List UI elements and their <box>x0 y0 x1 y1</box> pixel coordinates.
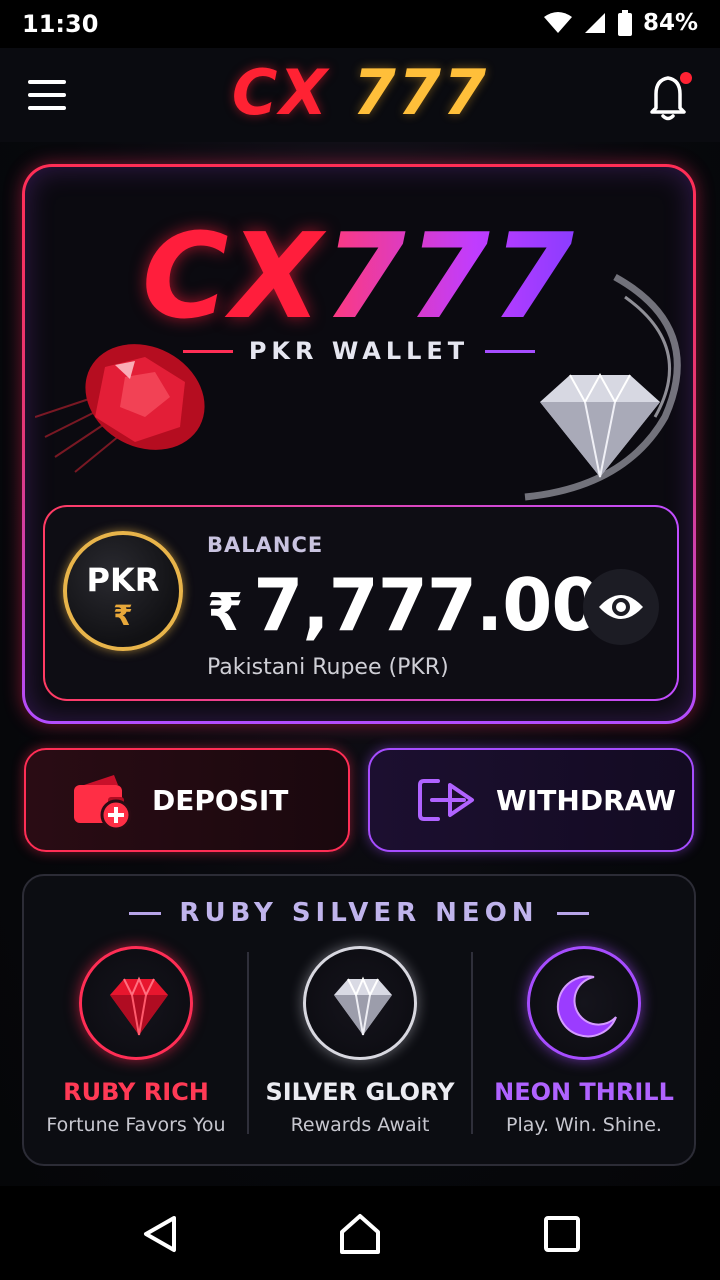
bell-icon[interactable] <box>646 70 694 122</box>
crescent-moon-icon <box>556 975 617 1038</box>
currency-name: Pakistani Rupee (PKR) <box>207 655 449 680</box>
tier-name: NEON THRILL <box>494 1078 674 1106</box>
tiers-title-dash-left <box>129 911 162 915</box>
diamond-icon <box>334 976 392 1036</box>
arrow-out-icon <box>418 779 474 821</box>
tier-neon-thrill[interactable]: NEON THRILL Play. Win. Shine. <box>472 946 696 1156</box>
wallet-logo-prefix: CX <box>142 207 324 345</box>
balance-amount: ₹ 7,777.00 <box>207 563 601 647</box>
tier-name: SILVER GLORY <box>265 1078 455 1106</box>
tiers-title-text: RUBY SILVER NEON <box>179 898 539 928</box>
app-bar: CX 777 <box>0 48 720 142</box>
tier-badge <box>527 946 641 1060</box>
home-icon[interactable] <box>338 1212 382 1256</box>
deposit-button[interactable]: DEPOSIT <box>24 748 350 852</box>
coin-label: PKR <box>86 561 160 599</box>
tier-tagline: Rewards Await <box>290 1114 430 1136</box>
tiers-title: RUBY SILVER NEON <box>24 898 694 928</box>
system-nav-bar <box>0 1186 720 1280</box>
tier-badge <box>303 946 417 1060</box>
tier-ruby-rich[interactable]: RUBY RICH Fortune Favors You <box>24 946 248 1156</box>
balance-label: BALANCE <box>207 533 324 557</box>
wallet-plus-icon <box>74 775 132 831</box>
tiers-panel: RUBY SILVER NEON RUBY RICH Fortune Favor… <box>22 874 696 1166</box>
battery-percent: 84% <box>642 10 698 36</box>
back-icon[interactable] <box>138 1212 182 1256</box>
tiers-title-dash-right <box>556 911 589 915</box>
brand-prefix: CX <box>231 56 330 129</box>
wallet-subtitle-text: PKR WALLET <box>248 337 470 365</box>
wallet-card: CX777 PKR WALLET PKR ₹ BALANCE ₹ 7,777.0… <box>22 164 696 724</box>
eye-icon <box>599 595 643 619</box>
subtitle-divider-left <box>182 349 233 353</box>
currency-symbol: ₹ <box>207 583 244 643</box>
battery-icon <box>617 10 632 36</box>
recents-icon[interactable] <box>540 1212 584 1256</box>
main-content: CX777 PKR WALLET PKR ₹ BALANCE ₹ 7,777.0… <box>0 142 720 1186</box>
tier-name: RUBY RICH <box>63 1078 209 1106</box>
status-time: 11:30 <box>22 10 99 38</box>
status-bar: 11:30 84% <box>0 0 720 48</box>
status-icons: 84% <box>543 10 698 36</box>
toggle-balance-visibility-button[interactable] <box>583 569 659 645</box>
brand-logo: CX 777 <box>0 56 720 129</box>
wifi-icon <box>543 12 572 33</box>
wallet-subtitle: PKR WALLET <box>25 337 693 365</box>
subtitle-divider-right <box>485 349 536 353</box>
tier-silver-glory[interactable]: SILVER GLORY Rewards Await <box>248 946 472 1156</box>
coin-symbol: ₹ <box>113 599 133 632</box>
pkr-coin-badge: PKR ₹ <box>63 531 183 651</box>
signal-icon <box>584 13 605 33</box>
withdraw-label: WITHDRAW <box>496 783 676 817</box>
tier-tagline: Fortune Favors You <box>46 1114 226 1136</box>
wallet-logo: CX777 <box>25 207 693 345</box>
balance-value: 7,777.00 <box>253 563 601 647</box>
tier-tagline: Play. Win. Shine. <box>506 1114 662 1136</box>
deposit-label: DEPOSIT <box>152 783 289 817</box>
balance-panel: PKR ₹ BALANCE ₹ 7,777.00 Pakistani Rupee… <box>43 505 679 701</box>
brand-number: 777 <box>352 56 489 129</box>
tier-badge <box>79 946 193 1060</box>
ruby-gem-icon <box>110 976 168 1036</box>
wallet-logo-number: 777 <box>323 207 576 345</box>
withdraw-button[interactable]: WITHDRAW <box>368 748 694 852</box>
notification-dot <box>680 72 692 84</box>
